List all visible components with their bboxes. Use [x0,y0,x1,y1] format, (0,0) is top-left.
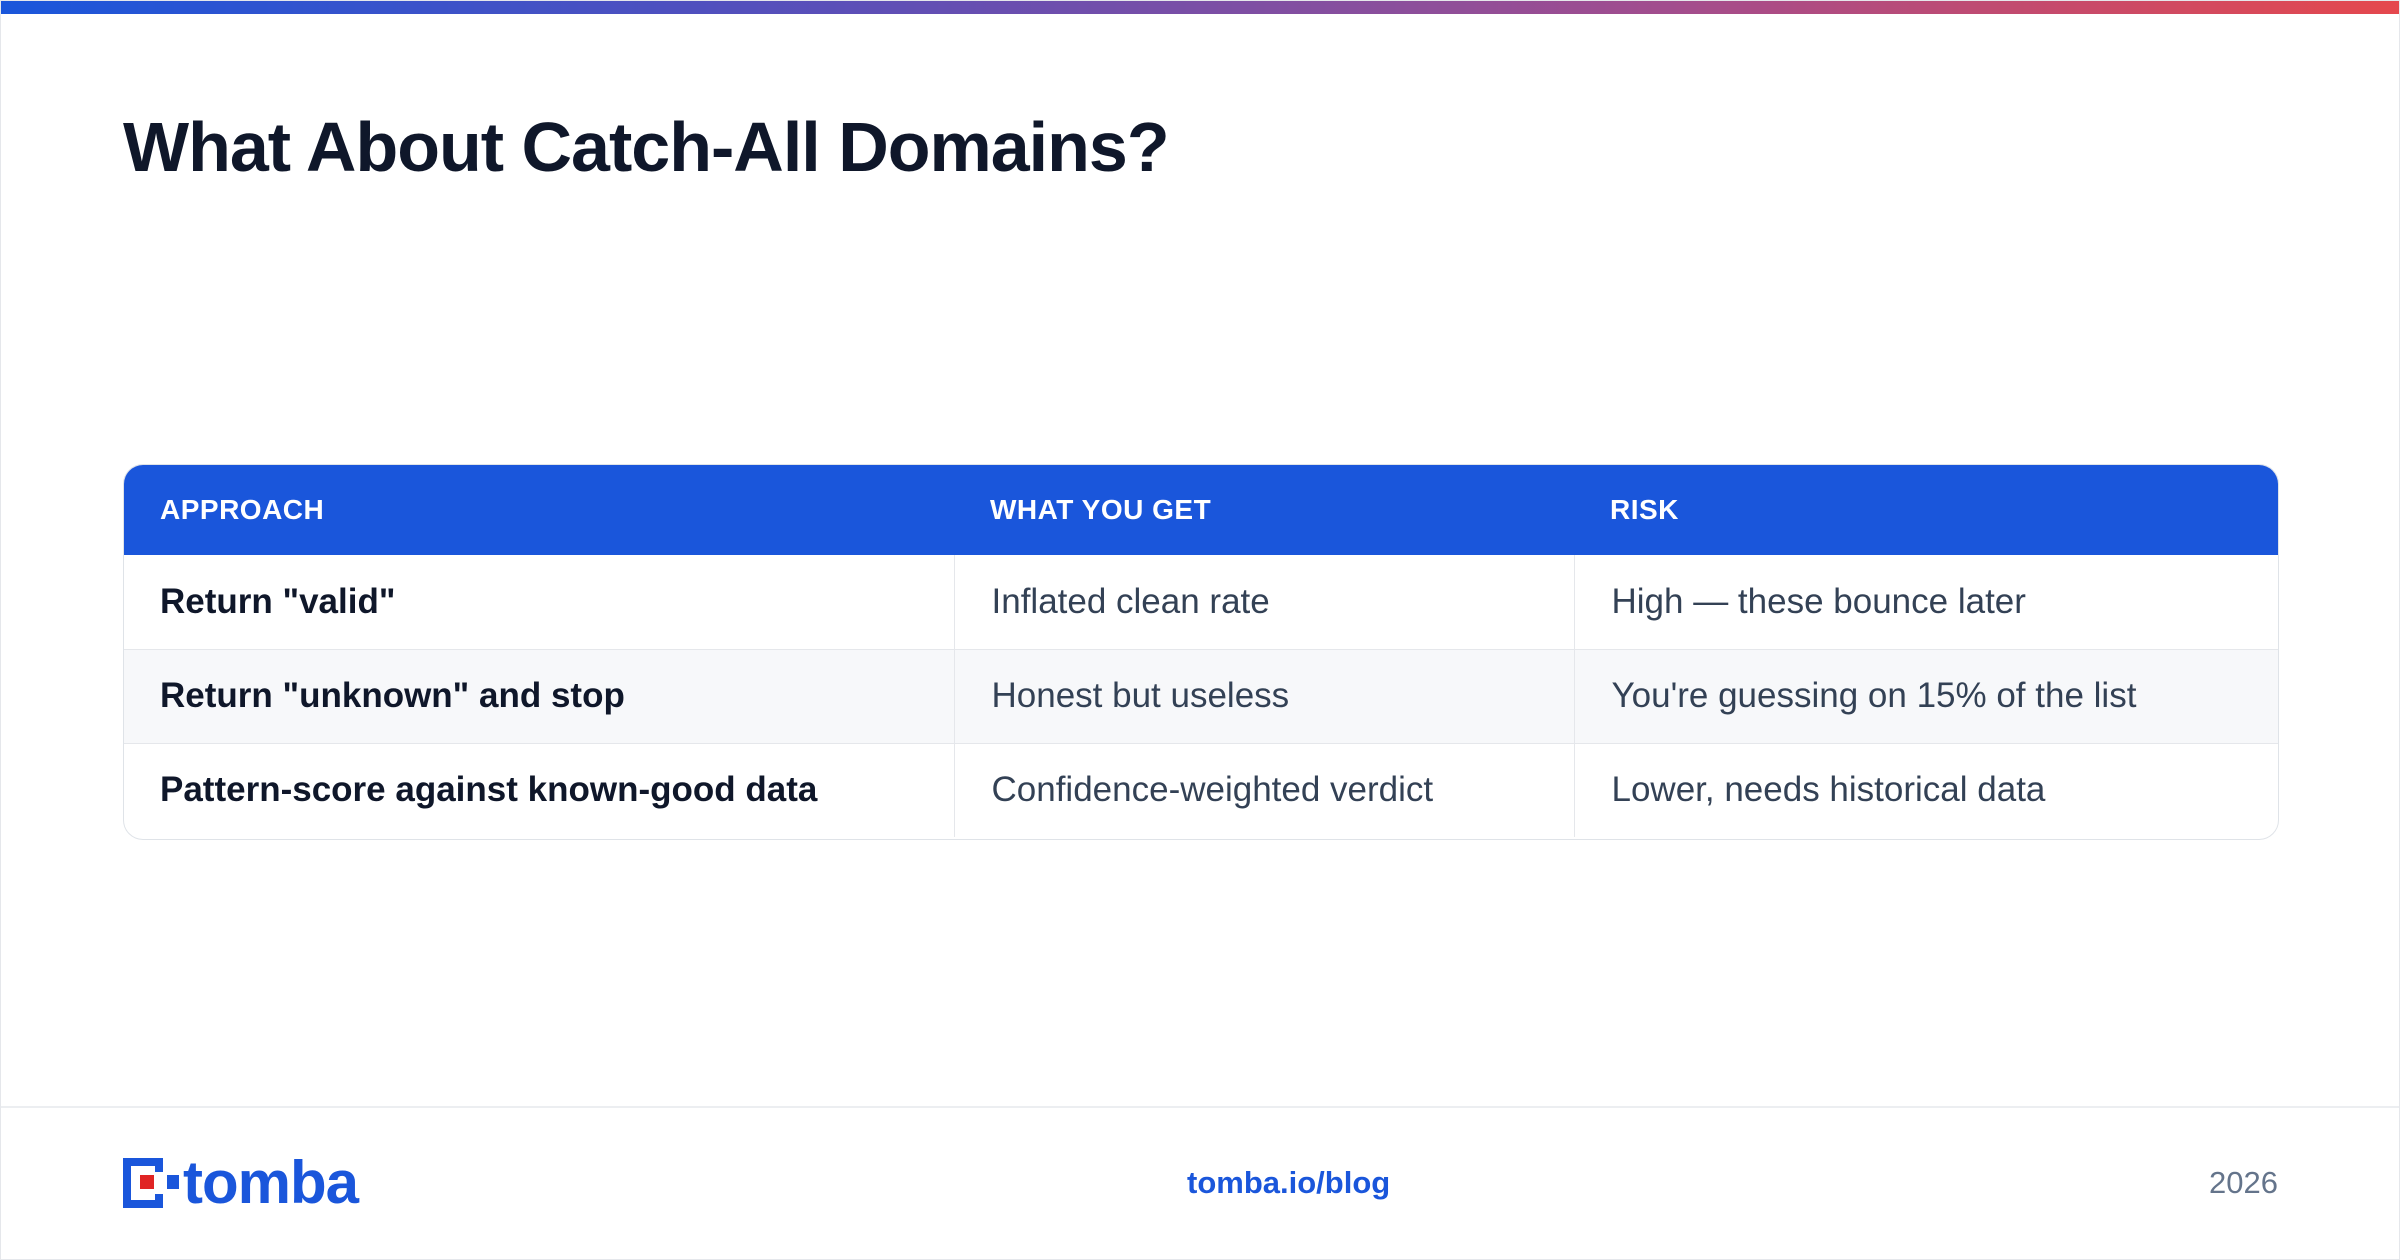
footer-year: 2026 [2209,1165,2278,1200]
table-cell-what-you-get: Inflated clean rate [953,555,1574,649]
column-header-what-you-get: WHAT YOU GET [990,494,1212,525]
table-cell-risk: High — these bounce later [1573,555,2278,649]
column-header-approach: APPROACH [160,494,325,525]
blog-slide: What About Catch-All Domains? APPROACH W… [0,0,2400,1260]
column-header-risk: RISK [1610,494,1679,525]
table-cell-risk: Lower, needs historical data [1573,743,2278,837]
table-row: Pattern-score against known-good data Co… [124,743,2278,837]
top-gradient-bar [1,1,2399,14]
table-cell-what-you-get: Confidence-weighted verdict [953,743,1574,837]
page-title: What About Catch-All Domains? [123,108,1170,186]
tomba-mark-icon [123,1158,179,1208]
table-cell-risk: You're guessing on 15% of the list [1573,649,2278,743]
logo-wordmark: tomba [183,1149,359,1216]
table-cell-what-you-get: Honest but useless [953,649,1574,743]
table-row: Return "unknown" and stop Honest but use… [124,649,2278,743]
tomba-logo[interactable]: tomba [123,1149,359,1216]
blog-link[interactable]: tomba.io/blog [1187,1165,1390,1201]
table-cell-approach: Return "unknown" and stop [160,676,625,715]
comparison-table: APPROACH WHAT YOU GET RISK Return "valid… [123,464,2279,840]
table-row: Return "valid" Inflated clean rate High … [124,555,2278,649]
table-cell-approach: Return "valid" [160,581,396,621]
footer-divider [1,1106,2399,1108]
table-cell-approach: Pattern-score against known-good data [160,770,818,810]
table-header-row: APPROACH WHAT YOU GET RISK [124,465,2278,555]
